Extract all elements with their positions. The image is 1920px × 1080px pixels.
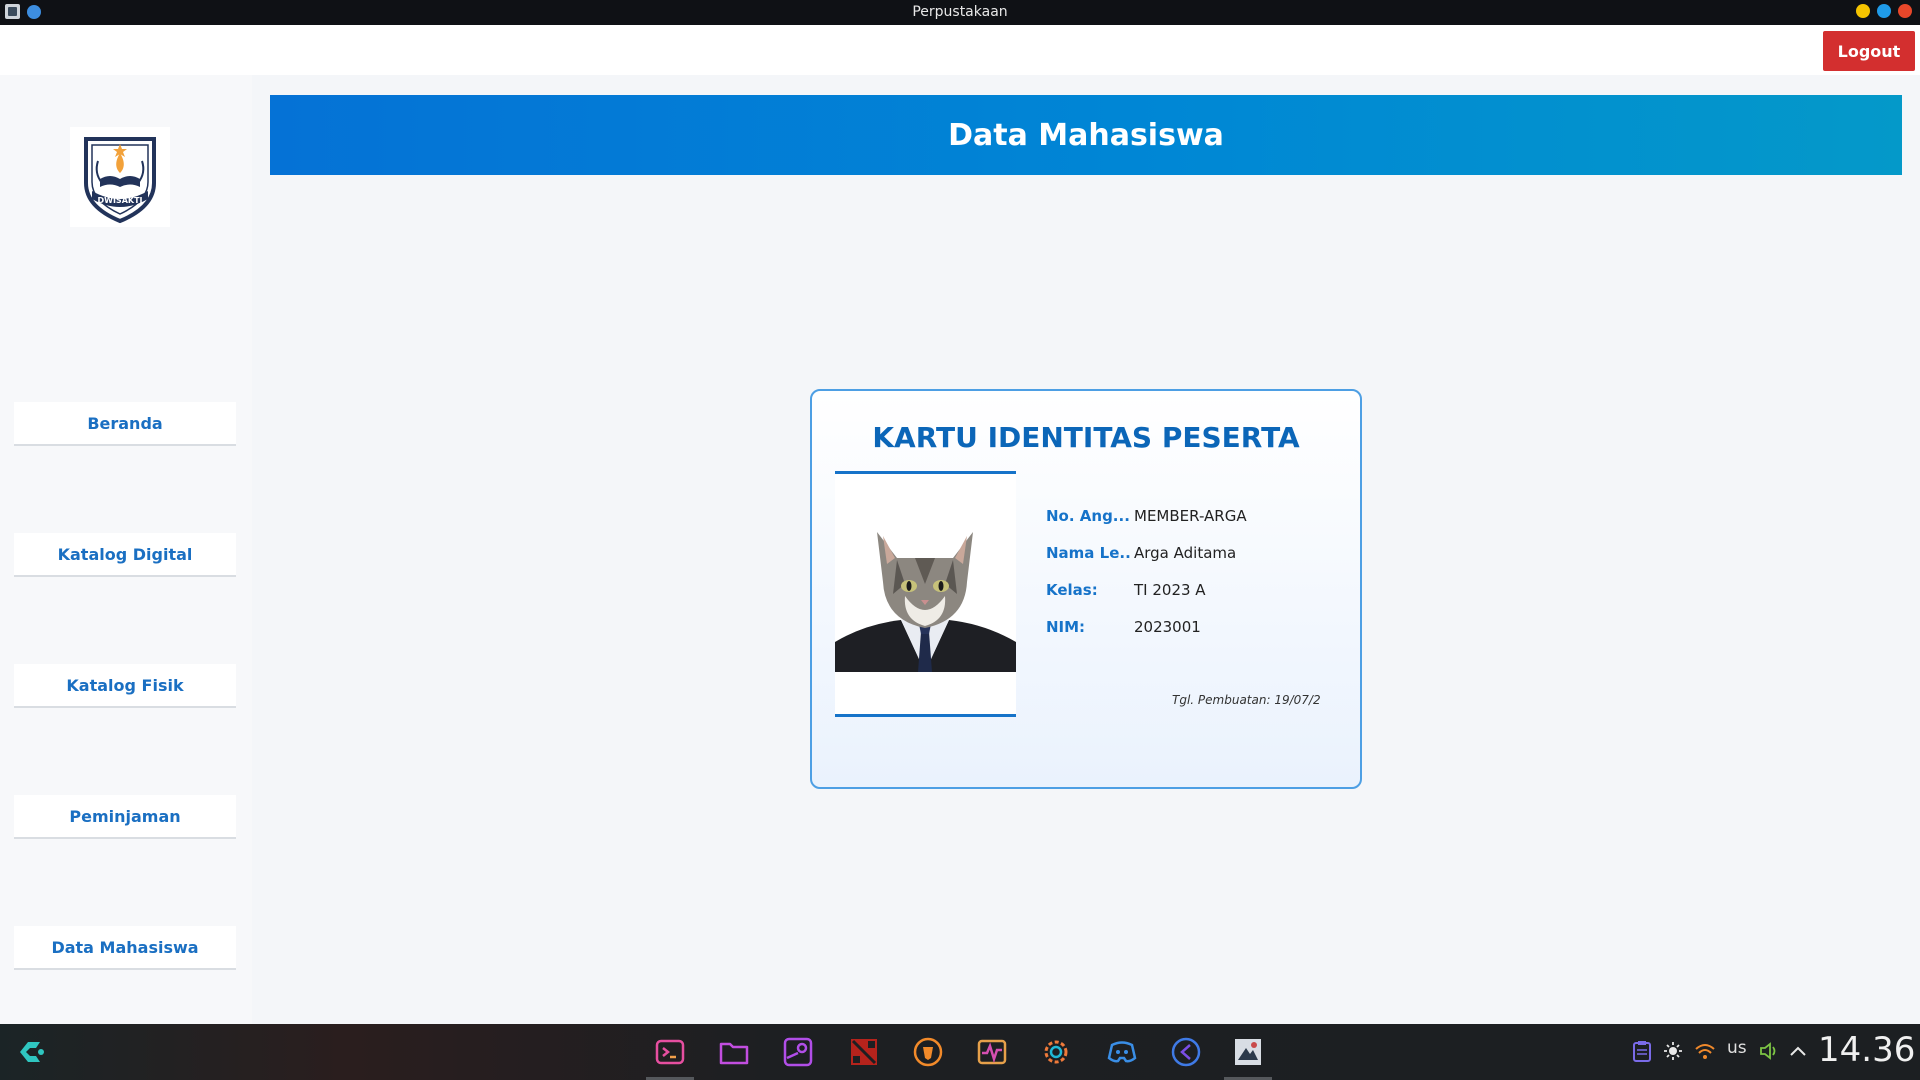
- field-label: NIM:: [1046, 618, 1086, 636]
- created-date: Tgl. Pembuatan: 19/07/2: [1172, 693, 1321, 707]
- member-photo-image: [835, 524, 1016, 672]
- files-icon[interactable]: [716, 1034, 752, 1070]
- start-menu-icon[interactable]: [14, 1038, 50, 1066]
- terminal-icon[interactable]: [652, 1034, 688, 1070]
- close-button[interactable]: [1898, 4, 1912, 18]
- maximize-button[interactable]: [1877, 4, 1891, 18]
- member-id-card: KARTU IDENTITAS PESERTA No. Ang... MEMBE…: [810, 389, 1362, 789]
- clock[interactable]: 14.36: [1818, 1030, 1915, 1070]
- app-window-icon[interactable]: [1230, 1034, 1266, 1070]
- sidebar: DWISAKTI Beranda Katalog Digital Katalog…: [0, 75, 252, 1024]
- logout-button[interactable]: Logout: [1823, 31, 1915, 71]
- clipboard-icon[interactable]: [1632, 1040, 1652, 1064]
- field-class: Kelas: TI 2023 A: [1046, 581, 1346, 603]
- settings-icon[interactable]: [1038, 1034, 1074, 1070]
- sidebar-item-katalog-digital[interactable]: Katalog Digital: [14, 533, 236, 577]
- top-header: Logout: [0, 25, 1920, 75]
- sidebar-item-beranda[interactable]: Beranda: [14, 402, 236, 446]
- window-title: Perpustakaan: [912, 4, 1008, 20]
- sidebar-item-data-mahasiswa[interactable]: Data Mahasiswa: [14, 926, 236, 970]
- page-title-banner: Data Mahasiswa: [270, 95, 1902, 175]
- field-label: Nama Le...: [1046, 544, 1132, 562]
- field-label: No. Ang...: [1046, 507, 1130, 525]
- brightness-icon[interactable]: [1663, 1040, 1683, 1064]
- field-nim: NIM: 2023001: [1046, 618, 1346, 640]
- field-member-name: Nama Le... Arga Aditama: [1046, 544, 1346, 566]
- chevron-up-icon[interactable]: [1788, 1040, 1808, 1064]
- wifi-icon[interactable]: [1694, 1040, 1716, 1064]
- field-value: Arga Aditama: [1134, 544, 1237, 562]
- field-member-number: No. Ang... MEMBER-ARGA: [1046, 507, 1346, 529]
- keyboard-layout[interactable]: us: [1727, 1038, 1747, 1062]
- window-titlebar: Perpustakaan: [0, 0, 1920, 25]
- brave-icon[interactable]: [910, 1034, 946, 1070]
- member-photo: [835, 471, 1016, 717]
- logo-text: DWISAKTI: [97, 196, 142, 205]
- page-title: Data Mahasiswa: [948, 117, 1224, 153]
- field-value: 2023001: [1134, 618, 1201, 636]
- card-title: KARTU IDENTITAS PESERTA: [872, 421, 1300, 454]
- dwisakti-logo-icon: DWISAKTI: [84, 137, 156, 224]
- field-value: MEMBER-ARGA: [1134, 507, 1247, 525]
- steam-icon[interactable]: [780, 1034, 816, 1070]
- system-monitor-icon[interactable]: [974, 1034, 1010, 1070]
- taskbar: us 14.36: [0, 1024, 1920, 1080]
- sidebar-item-peminjaman[interactable]: Peminjaman: [14, 795, 236, 839]
- main-content: Data Mahasiswa KARTU IDENTITAS PESERTA N…: [252, 75, 1920, 1024]
- field-value: TI 2023 A: [1134, 581, 1206, 599]
- volume-icon[interactable]: [1758, 1040, 1780, 1064]
- vscode-icon[interactable]: [1168, 1034, 1204, 1070]
- sidebar-item-katalog-fisik[interactable]: Katalog Fisik: [14, 664, 236, 708]
- field-label: Kelas:: [1046, 581, 1098, 599]
- minimize-button[interactable]: [1856, 4, 1870, 18]
- logo: DWISAKTI: [70, 127, 170, 227]
- dota-icon[interactable]: [846, 1034, 882, 1070]
- discord-icon[interactable]: [1104, 1034, 1140, 1070]
